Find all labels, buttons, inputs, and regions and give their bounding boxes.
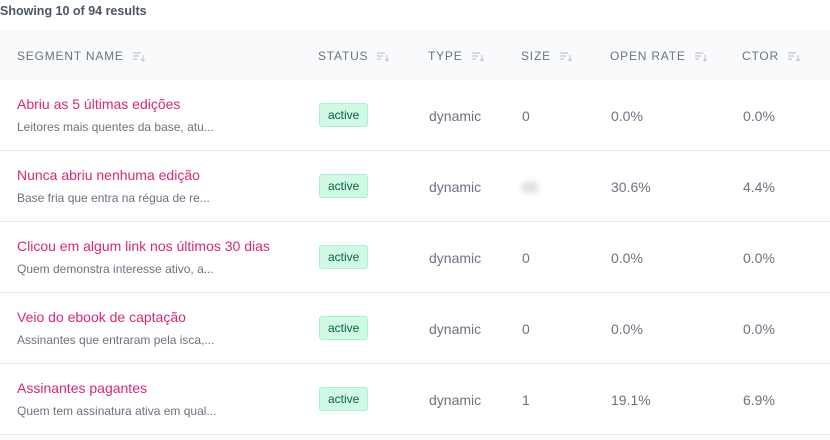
segment-ctor: 0.0% bbox=[743, 321, 775, 337]
status-badge: active bbox=[319, 316, 369, 340]
sort-icon[interactable] bbox=[132, 52, 145, 62]
segment-name-link[interactable]: Veio do ebook de captação bbox=[17, 309, 186, 325]
table-row[interactable]: Nunca abriu nenhuma edição Base fria que… bbox=[0, 151, 830, 222]
segment-open-rate: 19.1% bbox=[611, 392, 651, 408]
segment-description: Quem demonstra interesse ativo, a... bbox=[17, 262, 214, 276]
segment-size: 0 bbox=[522, 321, 530, 337]
segment-size: 1 bbox=[522, 392, 530, 408]
status-badge: active bbox=[319, 103, 369, 127]
table-header: SEGMENT NAME STATUS TYPE SIZE OPEN RATE … bbox=[0, 30, 830, 80]
segment-open-rate: 30.6% bbox=[611, 179, 651, 195]
segment-name-link[interactable]: Clicou em algum link nos últimos 30 dias bbox=[17, 238, 270, 254]
column-header-label: SEGMENT NAME bbox=[17, 49, 124, 63]
column-header-open-rate[interactable]: OPEN RATE bbox=[610, 49, 707, 63]
segment-type: dynamic bbox=[429, 250, 482, 266]
column-header-label: SIZE bbox=[521, 49, 551, 63]
column-header-status[interactable]: STATUS bbox=[318, 49, 390, 63]
column-header-label: TYPE bbox=[428, 49, 463, 63]
column-header-segment-name[interactable]: SEGMENT NAME bbox=[17, 49, 145, 63]
column-header-type[interactable]: TYPE bbox=[428, 49, 484, 63]
table-row[interactable]: Assinantes pagantes Quem tem assinatura … bbox=[0, 364, 830, 435]
segment-type: dynamic bbox=[429, 392, 482, 408]
segment-name-link[interactable]: Nunca abriu nenhuma edição bbox=[17, 167, 200, 183]
table-row[interactable]: Veio do ebook de captação Assinantes que… bbox=[0, 293, 830, 364]
segment-description: Assinantes que entraram pela isca,... bbox=[17, 333, 215, 347]
sort-icon[interactable] bbox=[787, 52, 800, 62]
column-header-label: STATUS bbox=[318, 49, 369, 63]
segment-ctor: 0.0% bbox=[743, 250, 775, 266]
status-badge: active bbox=[319, 174, 369, 198]
segment-type: dynamic bbox=[429, 179, 482, 195]
table-row[interactable]: Clicou em algum link nos últimos 30 dias… bbox=[0, 222, 830, 293]
column-header-label: OPEN RATE bbox=[610, 49, 686, 63]
segment-description: Leitores mais quentes da base, atu... bbox=[17, 120, 214, 134]
column-header-size[interactable]: SIZE bbox=[521, 49, 572, 63]
segment-size: 00 bbox=[522, 179, 538, 195]
segment-open-rate: 0.0% bbox=[611, 321, 643, 337]
segment-name-link[interactable]: Assinantes pagantes bbox=[17, 380, 147, 396]
sort-icon[interactable] bbox=[471, 52, 484, 62]
segments-table-view: Showing 10 of 94 results SEGMENT NAME ST… bbox=[0, 0, 830, 440]
segment-ctor: 0.0% bbox=[743, 108, 775, 124]
column-header-label: CTOR bbox=[742, 49, 779, 63]
sort-icon[interactable] bbox=[559, 52, 572, 62]
segment-description: Quem tem assinatura ativa em qual... bbox=[17, 404, 217, 418]
segment-ctor: 4.4% bbox=[743, 179, 775, 195]
column-header-ctor[interactable]: CTOR bbox=[742, 49, 800, 63]
sort-icon[interactable] bbox=[694, 52, 707, 62]
status-badge: active bbox=[319, 387, 369, 411]
segment-type: dynamic bbox=[429, 108, 482, 124]
segment-size: 0 bbox=[522, 250, 530, 266]
sort-icon[interactable] bbox=[377, 52, 390, 62]
segment-open-rate: 0.0% bbox=[611, 108, 643, 124]
segment-open-rate: 0.0% bbox=[611, 250, 643, 266]
segment-ctor: 6.9% bbox=[743, 392, 775, 408]
segment-size: 0 bbox=[522, 108, 530, 124]
status-badge: active bbox=[319, 245, 369, 269]
segment-description: Base fria que entra na régua de re... bbox=[17, 191, 210, 205]
table-row[interactable]: Abriu as 5 últimas edições Leitores mais… bbox=[0, 80, 830, 151]
results-summary: Showing 10 of 94 results bbox=[0, 4, 147, 18]
segment-type: dynamic bbox=[429, 321, 482, 337]
segment-name-link[interactable]: Abriu as 5 últimas edições bbox=[17, 96, 180, 112]
table-body: Abriu as 5 últimas edições Leitores mais… bbox=[0, 80, 830, 435]
